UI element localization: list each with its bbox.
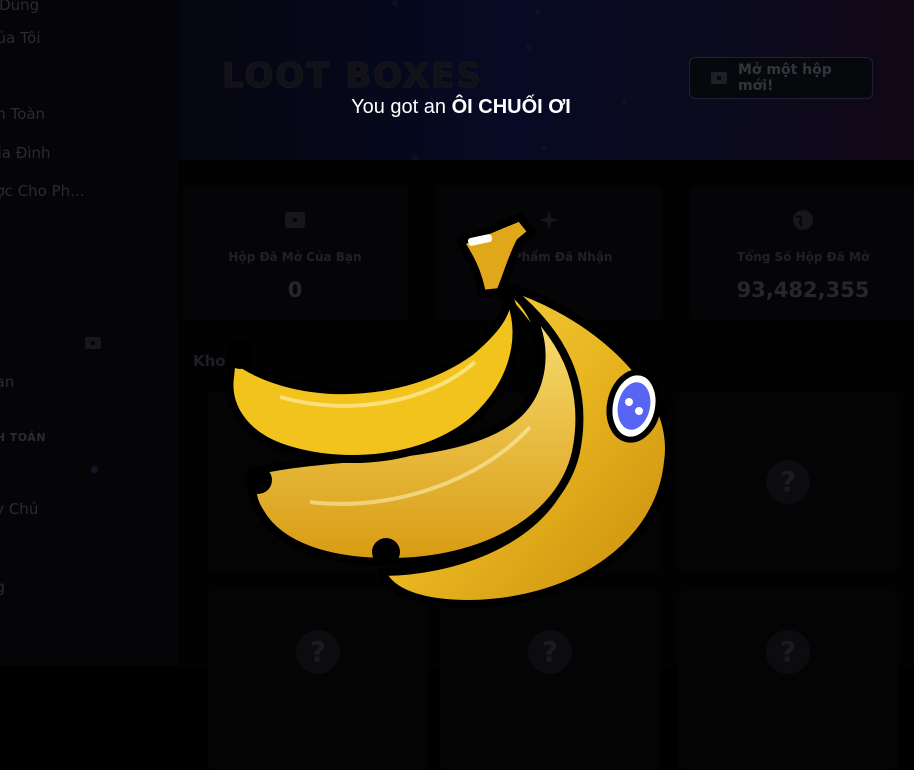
sidebar-item-server-boost[interactable]: ầy Chủ bbox=[0, 496, 178, 522]
loot-boxes-banner: LOOT BOXES Mở một hộp mới! bbox=[178, 0, 914, 160]
unknown-item-icon: ? bbox=[296, 630, 340, 674]
collection-item[interactable]: ? bbox=[678, 590, 898, 770]
stat-value: 93,482,355 bbox=[736, 278, 870, 302]
reward-prefix: You got an bbox=[351, 96, 452, 118]
sidebar-item-authorized-apps[interactable]: ược Cho Ph... bbox=[0, 178, 178, 204]
banner-title: LOOT BOXES bbox=[222, 56, 483, 97]
banana-icon bbox=[225, 213, 673, 608]
unknown-item-icon: ? bbox=[528, 630, 572, 674]
sidebar-item-profiles[interactable]: ıi Dùng bbox=[0, 0, 178, 18]
treasure-chest-icon bbox=[85, 337, 101, 349]
collection-item[interactable]: ? bbox=[678, 392, 898, 572]
reward-message: You got an ÔI CHUỐI ƠI bbox=[0, 96, 914, 119]
open-new-box-label: Mở một hộp mới! bbox=[737, 62, 832, 94]
treasure-chest-icon bbox=[710, 72, 727, 84]
sidebar-heading-billing: NH TOÁN bbox=[0, 431, 47, 444]
reward-item-name: ÔI CHUỐI ƠI bbox=[451, 96, 571, 118]
globe-icon bbox=[793, 210, 813, 230]
sidebar-item-family[interactable]: Gia Đình bbox=[0, 140, 178, 166]
stat-label: Tổng Số Hộp Đã Mở bbox=[736, 250, 870, 264]
unknown-item-icon: ? bbox=[766, 460, 810, 504]
sidebar-item-friends[interactable]: bạn bbox=[0, 369, 178, 395]
notification-dot bbox=[91, 466, 98, 473]
stat-card-total-boxes: Tổng Số Hộp Đã Mở 93,482,355 bbox=[690, 186, 914, 320]
unknown-item-icon: ? bbox=[766, 630, 810, 674]
sidebar-item-subscriptions[interactable]: ng bbox=[0, 574, 178, 600]
open-new-box-button[interactable]: Mở một hộp mới! bbox=[689, 57, 873, 99]
sidebar-item-my-account[interactable]: Của Tôi bbox=[0, 25, 178, 51]
